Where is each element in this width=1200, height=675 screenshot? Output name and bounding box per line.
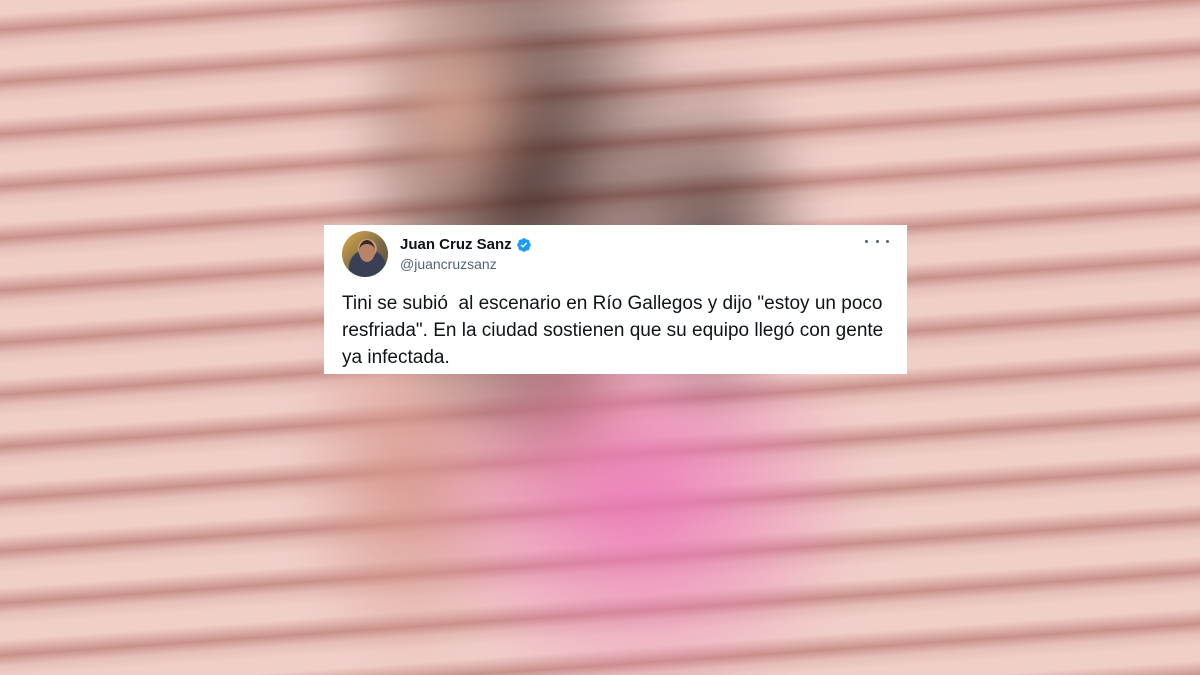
author-handle[interactable]: @juancruzsanz [400,256,497,272]
more-options-icon[interactable] [865,233,889,249]
author-name-row: Juan Cruz Sanz [400,236,532,253]
author-display-name[interactable]: Juan Cruz Sanz [400,236,512,253]
tweet-text: Tini se subió al escenario en Río Galleg… [342,293,889,368]
avatar-face [359,240,375,262]
tweet-card[interactable]: Juan Cruz Sanz @juancruzsanz Tini se sub… [324,225,907,374]
avatar[interactable] [342,231,388,277]
verified-badge-icon [516,237,531,252]
